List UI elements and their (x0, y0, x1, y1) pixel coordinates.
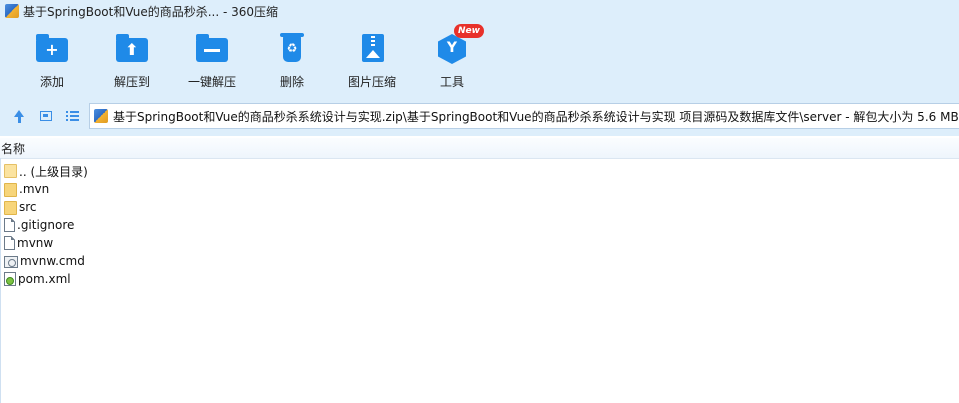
image-compress-label: 图片压缩 (347, 75, 396, 89)
list-item[interactable]: mvnw (0, 234, 959, 252)
add-button[interactable]: + 添加 (12, 28, 92, 92)
tools-cube-icon: Y New (435, 24, 484, 66)
extract-to-button[interactable]: ⬆ 解压到 (92, 28, 172, 92)
list-item[interactable]: .. (上级目录) (0, 162, 959, 180)
one-click-extract-button[interactable]: 一键解压 (172, 28, 252, 92)
tools-label: 工具 (439, 75, 464, 89)
file-icon (4, 236, 15, 250)
file-name: .mvn (19, 182, 50, 196)
file-name: pom.xml (18, 272, 71, 286)
toolbar: + 添加 ⬆ 解压到 一键解压 ♻ 删除 图片压缩 Y New 工具 (0, 24, 959, 94)
app-logo-icon (5, 4, 19, 18)
list-item[interactable]: .gitignore (0, 216, 959, 234)
extract-to-label: 解压到 (113, 75, 150, 89)
image-compress-button[interactable]: 图片压缩 (332, 28, 412, 92)
list-item[interactable]: .mvn (0, 180, 959, 198)
list-view-icon (65, 111, 79, 121)
file-name: .. (上级目录) (19, 164, 88, 179)
list-item[interactable]: src (0, 198, 959, 216)
file-name: src (19, 200, 37, 214)
list-item[interactable]: mvnw.cmd (0, 252, 959, 270)
recycle-bin-icon: ♻ (275, 32, 309, 66)
add-label: 添加 (39, 75, 64, 89)
up-button[interactable] (11, 108, 27, 124)
address-path: 基于SpringBoot和Vue的商品秒杀系统设计与实现.zip\基于Sprin… (113, 109, 959, 124)
file-icon (4, 218, 15, 232)
xml-file-icon (4, 272, 16, 286)
one-click-extract-label: 一键解压 (187, 75, 236, 89)
thumbnail-view-button[interactable] (38, 108, 54, 124)
one-click-folder-icon (195, 32, 229, 66)
navigation-bar: 基于SpringBoot和Vue的商品秒杀系统设计与实现.zip\基于Sprin… (0, 100, 959, 132)
new-badge: New (454, 24, 484, 38)
delete-button[interactable]: ♻ 删除 (252, 28, 332, 92)
add-folder-icon: + (35, 32, 69, 66)
extract-folder-icon: ⬆ (115, 32, 149, 66)
file-name: mvnw (17, 236, 54, 250)
list-view-button[interactable] (64, 108, 80, 124)
list-item[interactable]: pom.xml (0, 270, 959, 288)
thumbnail-view-icon (40, 111, 52, 121)
top-area: 基于SpringBoot和Vue的商品秒杀... - 360压缩 + 添加 ⬆ … (0, 0, 959, 136)
tools-button[interactable]: Y New 工具 (412, 24, 492, 92)
window-title: 基于SpringBoot和Vue的商品秒杀... - 360压缩 (23, 4, 279, 19)
archive-icon (94, 109, 108, 123)
folder-open-icon (4, 164, 17, 178)
image-zip-icon (355, 32, 389, 66)
address-bar[interactable]: 基于SpringBoot和Vue的商品秒杀系统设计与实现.zip\基于Sprin… (89, 103, 959, 129)
delete-label: 删除 (279, 75, 304, 89)
folder-icon (4, 182, 17, 197)
column-header: 名称 (0, 138, 959, 159)
file-list: .. (上级目录) .mvn src .gitignore mvnw mvnw.… (0, 162, 959, 288)
column-name-header[interactable]: 名称 (1, 140, 25, 157)
cmd-file-icon (4, 255, 18, 268)
file-name: .gitignore (17, 218, 75, 232)
app-window: 基于SpringBoot和Vue的商品秒杀... - 360压缩 + 添加 ⬆ … (0, 0, 959, 403)
up-arrow-icon (14, 109, 24, 123)
title-bar: 基于SpringBoot和Vue的商品秒杀... - 360压缩 (0, 0, 959, 22)
file-name: mvnw.cmd (20, 254, 85, 268)
folder-icon (4, 200, 17, 215)
